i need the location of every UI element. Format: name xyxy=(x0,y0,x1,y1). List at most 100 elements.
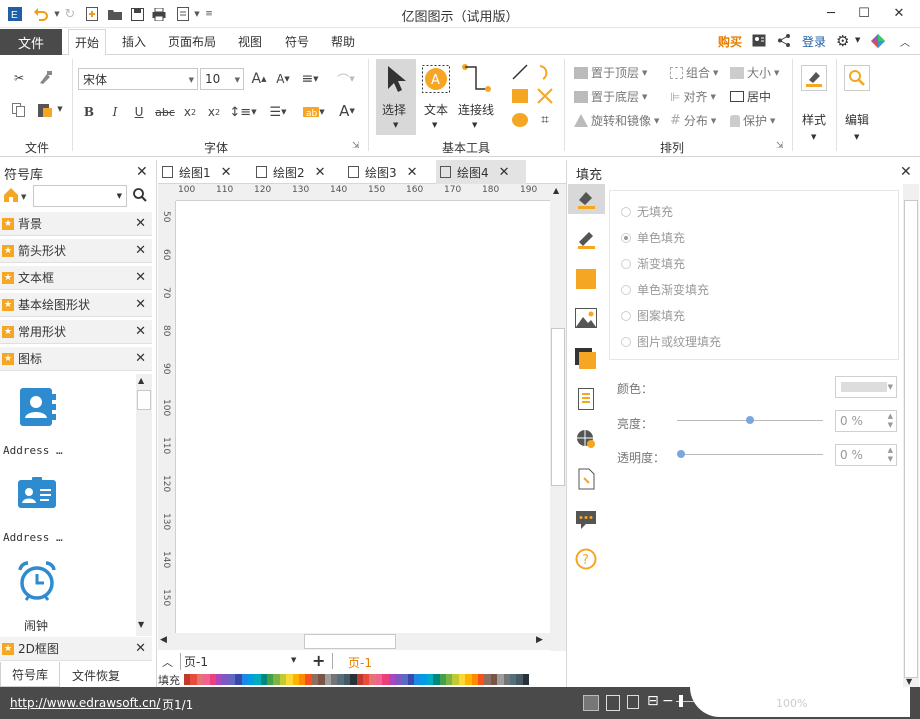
address-book-icon[interactable] xyxy=(16,386,58,428)
library-close-icon[interactable]: ✕ xyxy=(136,164,148,180)
color-picker[interactable]: ▼ xyxy=(835,376,897,398)
protect-button[interactable]: 保护 ▼ xyxy=(730,112,775,129)
drawing-canvas[interactable] xyxy=(176,201,550,633)
zoom-slider-knob[interactable] xyxy=(679,695,683,707)
tab-insert[interactable]: 插入 xyxy=(122,33,146,50)
line-shape-icon[interactable] xyxy=(510,63,530,81)
maximize-button[interactable]: ☐ xyxy=(849,2,879,24)
scroll-left-icon[interactable]: ◀ xyxy=(160,635,167,645)
scroll-thumb[interactable] xyxy=(904,200,918,678)
page-tab[interactable]: 页-1 xyxy=(348,654,372,671)
close-icon[interactable]: ✕ xyxy=(499,165,510,180)
tab-help[interactable]: 帮助 xyxy=(331,33,355,50)
select-tool-button[interactable]: 选择 ▼ xyxy=(376,59,416,135)
font-size-select[interactable]: 10 ▼ xyxy=(200,68,244,90)
color-swatch[interactable] xyxy=(522,674,530,685)
presentation-view-icon[interactable] xyxy=(627,695,639,709)
brightness-input[interactable]: 0 % ▲ ▼ xyxy=(835,410,897,432)
close-icon[interactable]: ✕ xyxy=(135,324,146,339)
comment-icon[interactable] xyxy=(575,508,597,530)
paste-dropdown-icon[interactable]: ▼ xyxy=(56,105,64,113)
spin-arrows-icon[interactable]: ▲ ▼ xyxy=(888,412,893,430)
bullets-icon[interactable]: ☰ ▼ xyxy=(264,103,292,121)
add-page-icon[interactable]: + xyxy=(312,651,325,670)
format-painter-icon[interactable] xyxy=(36,69,54,87)
scroll-down-icon[interactable]: ▼ xyxy=(138,620,144,629)
scroll-thumb[interactable] xyxy=(551,328,565,486)
file-menu[interactable]: 文件 xyxy=(0,29,62,55)
align-text-icon[interactable]: ≡ ▼ xyxy=(298,70,322,88)
fit-page-icon[interactable]: ⊟ xyxy=(647,693,659,709)
settings-gear-icon[interactable]: ⚙ xyxy=(836,32,849,50)
category-icons[interactable]: ★ 图标 ✕ xyxy=(0,347,152,371)
attachment-document-icon[interactable] xyxy=(575,468,597,490)
transparency-input[interactable]: 0 % ▲ ▼ xyxy=(835,444,897,466)
connector-tool-button[interactable]: 连接线 ▼ xyxy=(456,63,496,133)
help-icon[interactable]: ? xyxy=(575,548,597,570)
line-style-icon[interactable] xyxy=(575,228,597,250)
doc-tab-3[interactable]: 绘图3 ✕ xyxy=(344,160,434,184)
minimize-button[interactable]: ─ xyxy=(816,2,846,24)
text-highlight-icon[interactable]: ab ▼ xyxy=(300,103,328,121)
website-link[interactable]: http://www.edrawsoft.cn/ xyxy=(10,696,160,710)
send-to-back-button[interactable]: 置于底层 ▼ xyxy=(574,88,647,105)
category-basic-shapes[interactable]: ★ 基本绘图形状 ✕ xyxy=(0,293,152,317)
strikethrough-icon[interactable]: abc xyxy=(154,103,176,121)
fill-panel-scrollbar[interactable]: ▼ xyxy=(903,184,919,687)
underline-icon[interactable]: U xyxy=(130,103,148,121)
collapse-ribbon-icon[interactable]: ︿ xyxy=(900,34,910,49)
alarm-clock-icon[interactable] xyxy=(16,560,58,604)
close-icon[interactable]: ✕ xyxy=(135,216,146,231)
library-scrollbar[interactable]: ▲ ▼ xyxy=(136,374,152,636)
ellipse-shape-icon[interactable] xyxy=(510,111,530,129)
group-button[interactable]: 组合 ▼ xyxy=(670,64,718,81)
scroll-right-icon[interactable]: ▶ xyxy=(536,635,543,645)
library-home-icon[interactable]: ▼ xyxy=(3,187,29,205)
canvas-vertical-scrollbar[interactable]: ▲ xyxy=(550,184,566,633)
fill-option-picture[interactable]: 图片或纹理填充 xyxy=(621,333,721,350)
line-spacing-icon[interactable]: ↕≡ ▼ xyxy=(229,103,256,121)
zoom-out-icon[interactable]: − xyxy=(662,693,674,709)
category-background[interactable]: ★ 背景 ✕ xyxy=(0,212,152,236)
paste-icon[interactable] xyxy=(34,101,56,119)
shadow-color-icon[interactable] xyxy=(575,268,597,290)
text-tool-button[interactable]: A 文本 ▼ xyxy=(420,63,452,133)
arrange-dialog-launcher-icon[interactable]: ⇲ xyxy=(776,141,784,151)
size-button[interactable]: 大小 ▼ xyxy=(730,64,779,81)
shadow-icon[interactable] xyxy=(575,348,597,370)
category-common-shapes[interactable]: ★ 常用形状 ✕ xyxy=(0,320,152,344)
fill-option-single-gradient[interactable]: 单色渐变填充 xyxy=(621,281,709,298)
fill-option-none[interactable]: 无填充 xyxy=(621,203,673,220)
doc-tab-4[interactable]: 绘图4 ✕ xyxy=(436,160,526,184)
transparency-slider[interactable] xyxy=(677,450,823,458)
canvas-horizontal-scrollbar[interactable]: ◀ ▶ xyxy=(158,633,550,650)
fill-option-pattern[interactable]: 图案填充 xyxy=(621,307,685,324)
fill-option-solid[interactable]: 单色填充 xyxy=(621,229,685,246)
crop-tool-icon[interactable]: ⌗ xyxy=(535,111,555,129)
transparency-slider-knob[interactable] xyxy=(677,450,685,458)
scroll-down-icon[interactable]: ▼ xyxy=(906,677,912,686)
buy-link[interactable]: 购买 xyxy=(718,33,742,50)
spin-arrows-icon[interactable]: ▲ ▼ xyxy=(888,446,893,464)
scroll-thumb[interactable] xyxy=(304,634,396,649)
tab-home[interactable]: 开始 xyxy=(68,29,107,56)
cut-icon[interactable]: ✂ xyxy=(10,69,28,87)
contact-card-icon[interactable] xyxy=(752,34,766,50)
center-button[interactable]: 居中 xyxy=(730,88,771,105)
rectangle-shape-icon[interactable] xyxy=(510,87,530,105)
category-2d-block[interactable]: ★ 2D框图 ✕ xyxy=(0,637,152,661)
normal-view-icon[interactable] xyxy=(583,695,599,711)
edraw-apps-icon[interactable] xyxy=(870,33,886,52)
hyperlink-globe-icon[interactable] xyxy=(575,428,597,450)
doc-tab-1[interactable]: 绘图1 ✕ xyxy=(158,160,248,184)
font-dialog-launcher-icon[interactable]: ⇲ xyxy=(352,141,360,151)
close-icon[interactable]: ✕ xyxy=(315,165,326,180)
close-icon[interactable]: ✕ xyxy=(900,164,912,180)
scroll-thumb[interactable] xyxy=(137,390,151,410)
close-button[interactable]: ✕ xyxy=(884,2,914,24)
bold-icon[interactable]: B xyxy=(80,103,98,121)
scroll-up-icon[interactable]: ▲ xyxy=(553,186,559,195)
shrink-font-icon[interactable]: A ▼ xyxy=(273,70,293,88)
page-view-icon[interactable] xyxy=(606,695,620,711)
address-card-icon[interactable] xyxy=(16,476,58,514)
